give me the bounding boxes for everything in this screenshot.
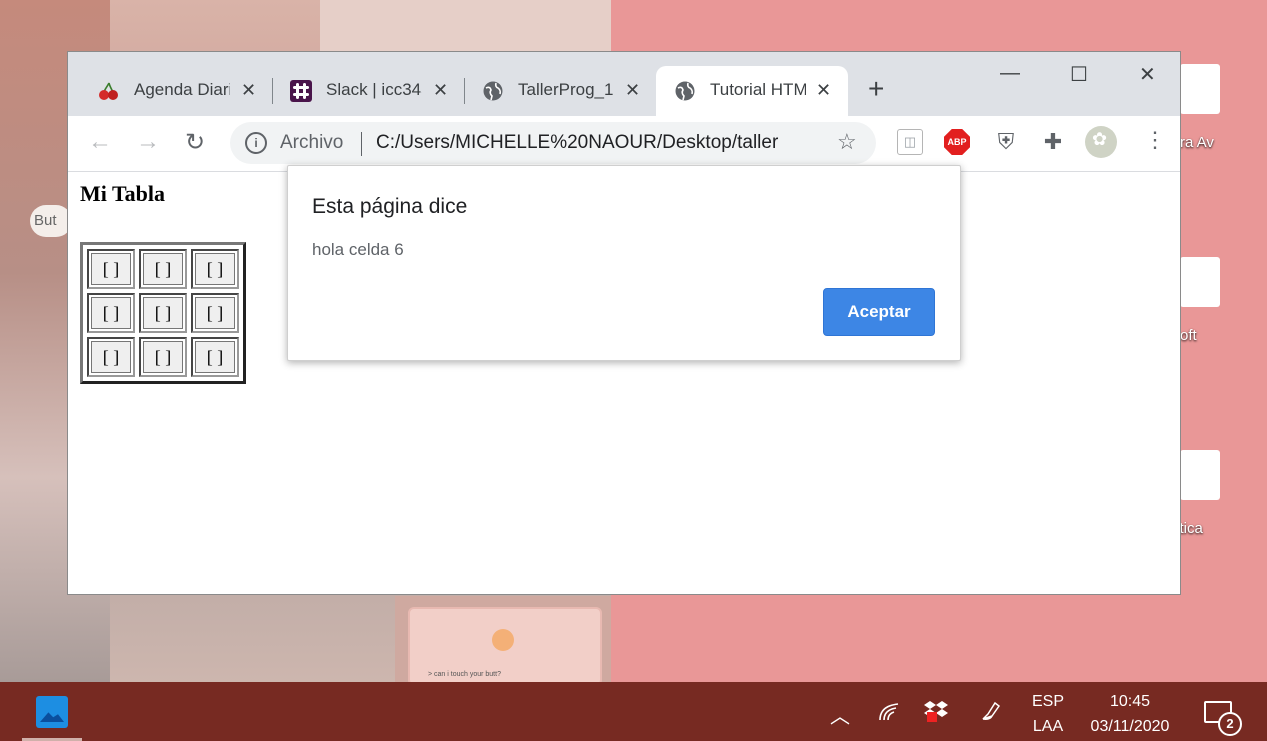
cell-button-7[interactable]: [ ] xyxy=(91,341,131,373)
tab-tutorial[interactable]: Tutorial HTML ✕ xyxy=(656,66,848,116)
system-clock[interactable]: 10:45 03/11/2020 xyxy=(1080,689,1180,739)
show-hidden-icons-chevron-icon[interactable]: ︿ xyxy=(830,700,850,729)
browser-toolbar: ← → ↻ i Archivo C:/Users/MICHELLE%20NAOU… xyxy=(68,116,1180,172)
cell-button-9[interactable]: [ ] xyxy=(195,341,235,373)
slack-icon xyxy=(290,80,312,102)
wallpaper-piece xyxy=(320,0,611,52)
accept-button[interactable]: Aceptar xyxy=(823,288,935,336)
table-row: [ ] [ ] [ ] xyxy=(87,337,239,377)
extensions-puzzle-icon[interactable]: ✚ xyxy=(1040,129,1066,155)
alert-dialog: Esta página dice hola celda 6 Aceptar xyxy=(287,165,961,361)
profile-avatar[interactable] xyxy=(1085,126,1117,158)
table-cell: [ ] xyxy=(87,249,135,289)
wifi-icon[interactable] xyxy=(878,702,900,722)
address-separator xyxy=(361,132,362,156)
tab-strip: Agenda Diaria ✕ Slack | icc345 ✕ TallerP… xyxy=(68,52,1180,116)
desktop-icon-3[interactable]: ctica xyxy=(1172,450,1240,540)
dialog-title: Esta página dice xyxy=(312,195,468,218)
desktop-icon-label: oft xyxy=(1180,327,1197,344)
browser-menu-icon[interactable]: ⋮ xyxy=(1144,126,1166,154)
reload-button[interactable]: ↻ xyxy=(185,128,205,157)
photos-icon xyxy=(36,696,68,728)
tab-tallerprog[interactable]: TallerProg_1 ✕ xyxy=(452,66,656,116)
table-cell: [ ] xyxy=(139,293,187,333)
tab-title: Agenda Diaria xyxy=(134,80,230,99)
tab-title: Tutorial HTML xyxy=(710,80,806,99)
taskbar-photos-app[interactable] xyxy=(22,682,82,741)
tab-agenda[interactable]: Agenda Diaria ✕ xyxy=(68,66,272,116)
tab-close-icon[interactable]: ✕ xyxy=(816,78,831,102)
keyboard-layout: LAA xyxy=(1032,718,1064,735)
adblock-plus-icon[interactable]: ABP xyxy=(944,129,970,155)
file-icon xyxy=(1180,64,1220,114)
back-button[interactable]: ← xyxy=(88,128,112,156)
notification-count: 2 xyxy=(1218,712,1242,736)
page-heading: Mi Tabla xyxy=(80,181,165,206)
file-icon xyxy=(1180,450,1220,500)
cell-button-1[interactable]: [ ] xyxy=(91,253,131,285)
pen-icon[interactable] xyxy=(980,700,1002,722)
bookmark-star-icon[interactable]: ☆ xyxy=(837,129,857,155)
globe-icon xyxy=(675,81,695,101)
wallpaper-card: > can i touch your butt? xyxy=(408,607,602,686)
table-row: [ ] [ ] [ ] xyxy=(87,293,239,333)
language-indicator[interactable]: ESP LAA xyxy=(1028,689,1068,739)
tab-slack[interactable]: Slack | icc345 ✕ xyxy=(260,66,464,116)
table-cell: [ ] xyxy=(191,337,239,377)
clock-date: 03/11/2020 xyxy=(1090,718,1170,735)
extension-mi-icon[interactable]: ◫ xyxy=(897,129,923,155)
desktop-icon-1[interactable]: ra Av xyxy=(1180,64,1240,154)
desktop-icon-2[interactable]: oft xyxy=(1180,257,1240,347)
tab-close-icon[interactable]: ✕ xyxy=(241,78,256,102)
address-scheme: Archivo xyxy=(280,132,344,153)
cell-button-8[interactable]: [ ] xyxy=(143,341,183,373)
desktop-icon-label: ra Av xyxy=(1180,134,1214,151)
file-icon xyxy=(1180,257,1220,307)
clock-time: 10:45 xyxy=(1109,693,1151,710)
new-tab-button[interactable]: + xyxy=(868,74,884,104)
grid-table: [ ] [ ] [ ] [ ] [ ] [ ] [ ] [ ] [ ] xyxy=(80,242,246,384)
shield-icon[interactable]: ⛨ xyxy=(993,129,1019,155)
cell-button-2[interactable]: [ ] xyxy=(143,253,183,285)
maximize-button[interactable]: ☐ xyxy=(1070,62,1088,87)
cell-button-6[interactable]: [ ] xyxy=(195,297,235,329)
peach-icon xyxy=(492,629,514,651)
minimize-button[interactable]: — xyxy=(1000,62,1020,85)
cell-button-5[interactable]: [ ] xyxy=(143,297,183,329)
tab-close-icon[interactable]: ✕ xyxy=(625,78,640,102)
wallpaper-bubble: But xyxy=(30,205,72,237)
table-cell: [ ] xyxy=(191,249,239,289)
cherry-icon xyxy=(99,82,118,100)
table-cell: [ ] xyxy=(139,249,187,289)
forward-button[interactable]: → xyxy=(136,128,160,156)
notification-center-button[interactable]: 2 xyxy=(1204,698,1242,736)
info-icon[interactable]: i xyxy=(245,132,267,154)
table-row: [ ] [ ] [ ] xyxy=(87,249,239,289)
dialog-message: hola celda 6 xyxy=(312,240,404,259)
tab-close-icon[interactable]: ✕ xyxy=(433,78,448,102)
globe-icon xyxy=(483,81,503,101)
table-cell: [ ] xyxy=(87,293,135,333)
table-cell: [ ] xyxy=(191,293,239,333)
cell-button-3[interactable]: [ ] xyxy=(195,253,235,285)
table-cell: [ ] xyxy=(87,337,135,377)
address-bar[interactable]: i Archivo C:/Users/MICHELLE%20NAOUR/Desk… xyxy=(230,122,876,164)
table-cell: [ ] xyxy=(139,337,187,377)
language-code: ESP xyxy=(1031,693,1064,710)
wallpaper-card-caption: > can i touch your butt? xyxy=(428,671,501,678)
dropbox-icon[interactable] xyxy=(923,698,949,724)
taskbar: ︿ ESP LAA 10:45 03/11/2020 2 xyxy=(0,682,1267,741)
address-url[interactable]: C:/Users/MICHELLE%20NAOUR/Desktop/taller xyxy=(376,132,822,154)
close-window-button[interactable]: ✕ xyxy=(1139,62,1156,87)
tab-title: Slack | icc345 xyxy=(326,80,422,99)
tab-title: TallerProg_1 xyxy=(518,80,614,99)
cell-button-4[interactable]: [ ] xyxy=(91,297,131,329)
